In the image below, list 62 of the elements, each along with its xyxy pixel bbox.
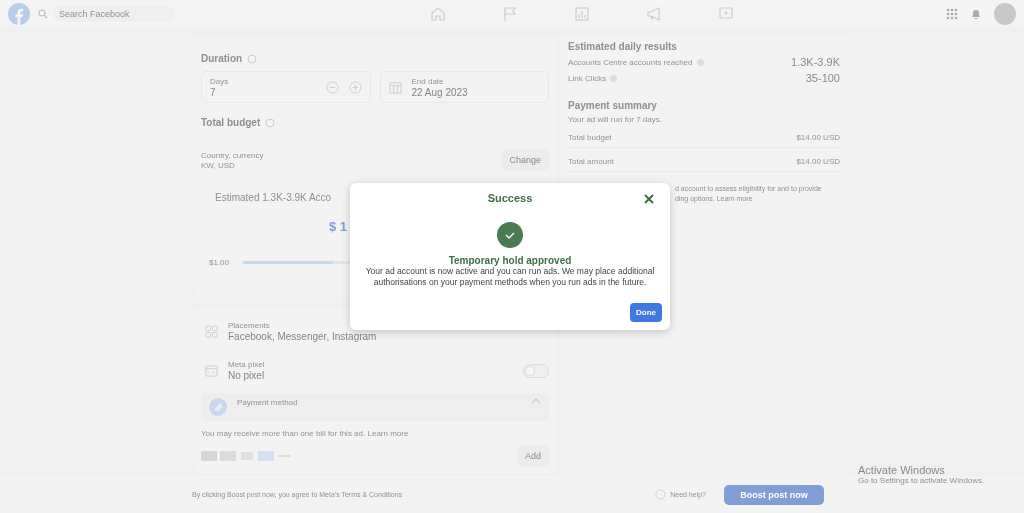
minus-icon[interactable]: [325, 80, 339, 94]
summary-label: Total amount: [568, 157, 614, 166]
dialog-message: Your ad account is now active and you can run ads. We may place additional authorisations on your payment methods when you run ads in the future.: [364, 266, 656, 288]
dialog-heading: Temporary hold approved: [448, 255, 572, 266]
result-value: 1.3K-3.9K: [791, 56, 840, 68]
payment-method-label: Payment method: [237, 398, 299, 407]
summary-value: $14.00 USD: [796, 157, 840, 166]
check-circle-icon: [497, 222, 523, 248]
summary-subtitle: Your ad will run for 7 days.: [568, 115, 663, 124]
section-title: Total budget: [201, 117, 261, 128]
close-icon[interactable]: [644, 194, 654, 204]
boost-post-button[interactable]: Boost post now: [724, 484, 824, 505]
dialog-title: Success: [487, 192, 533, 204]
budget-amount: $ 1: [329, 219, 348, 234]
result-label: Link Clicks: [568, 73, 607, 83]
result-value: 35-100: [805, 72, 840, 84]
section-title: Duration: [201, 53, 243, 64]
payment-method-header[interactable]: Payment method: [201, 393, 549, 421]
setting-label: Placements: [228, 321, 270, 330]
avatar[interactable]: [994, 2, 1016, 25]
chevron-icon[interactable]: [531, 398, 541, 404]
help-icon[interactable]: [655, 489, 667, 500]
grid-icon: [205, 325, 218, 338]
help-icon[interactable]: [247, 53, 258, 64]
calendar-icon: [388, 80, 402, 94]
payment-cards-icon: [201, 451, 291, 461]
result-label: Accounts Centre accounts reached: [568, 57, 693, 67]
toggle-switch[interactable]: [523, 363, 549, 378]
summary-value: $14.00 USD: [796, 133, 840, 142]
home-icon[interactable]: [430, 5, 446, 22]
video-icon[interactable]: [718, 5, 734, 22]
summary-label: Total budget: [568, 133, 612, 142]
done-button[interactable]: Done: [630, 303, 662, 322]
payment-note: You may receive more than one bill for this ad.: [201, 429, 366, 438]
section-title: Estimated daily results: [568, 41, 677, 52]
setting-label: Meta pixel: [228, 360, 265, 369]
setting-value: No pixel: [228, 370, 265, 381]
flag-icon[interactable]: [502, 5, 518, 22]
add-button[interactable]: Add: [517, 446, 549, 466]
tag-icon: [209, 398, 227, 416]
setting-value: Facebook, Messenger, Instagram: [228, 331, 377, 342]
end-date-field[interactable]: End date 22 Aug 2023: [379, 71, 549, 103]
currency-label: Country, currency: [201, 150, 264, 160]
search-icon: [38, 8, 48, 19]
plus-icon[interactable]: [348, 80, 362, 94]
learn-more-link[interactable]: Learn more: [367, 429, 409, 438]
megaphone-icon[interactable]: [646, 5, 662, 22]
min-budget-label: $1.00: [209, 258, 230, 267]
activation-subtitle: Go to Settings to activate Windows.: [858, 476, 985, 485]
grid-menu-icon[interactable]: [946, 7, 958, 20]
days-field[interactable]: Days 7: [201, 71, 371, 103]
chart-icon[interactable]: [574, 5, 590, 22]
code-window-icon: [205, 364, 218, 377]
currency-value: KW, USD: [201, 160, 235, 170]
activation-title: Activate Windows: [858, 464, 946, 476]
logo-icon[interactable]: [8, 2, 30, 25]
search-field[interactable]: Search Facebook: [53, 5, 175, 22]
section-title: Payment summary: [568, 100, 657, 111]
estimate-text: Estimated 1.3K-3.9K Acco: [215, 192, 332, 203]
change-button[interactable]: Change: [501, 150, 549, 170]
bell-icon[interactable]: [970, 7, 982, 20]
help-icon[interactable]: [265, 117, 276, 128]
